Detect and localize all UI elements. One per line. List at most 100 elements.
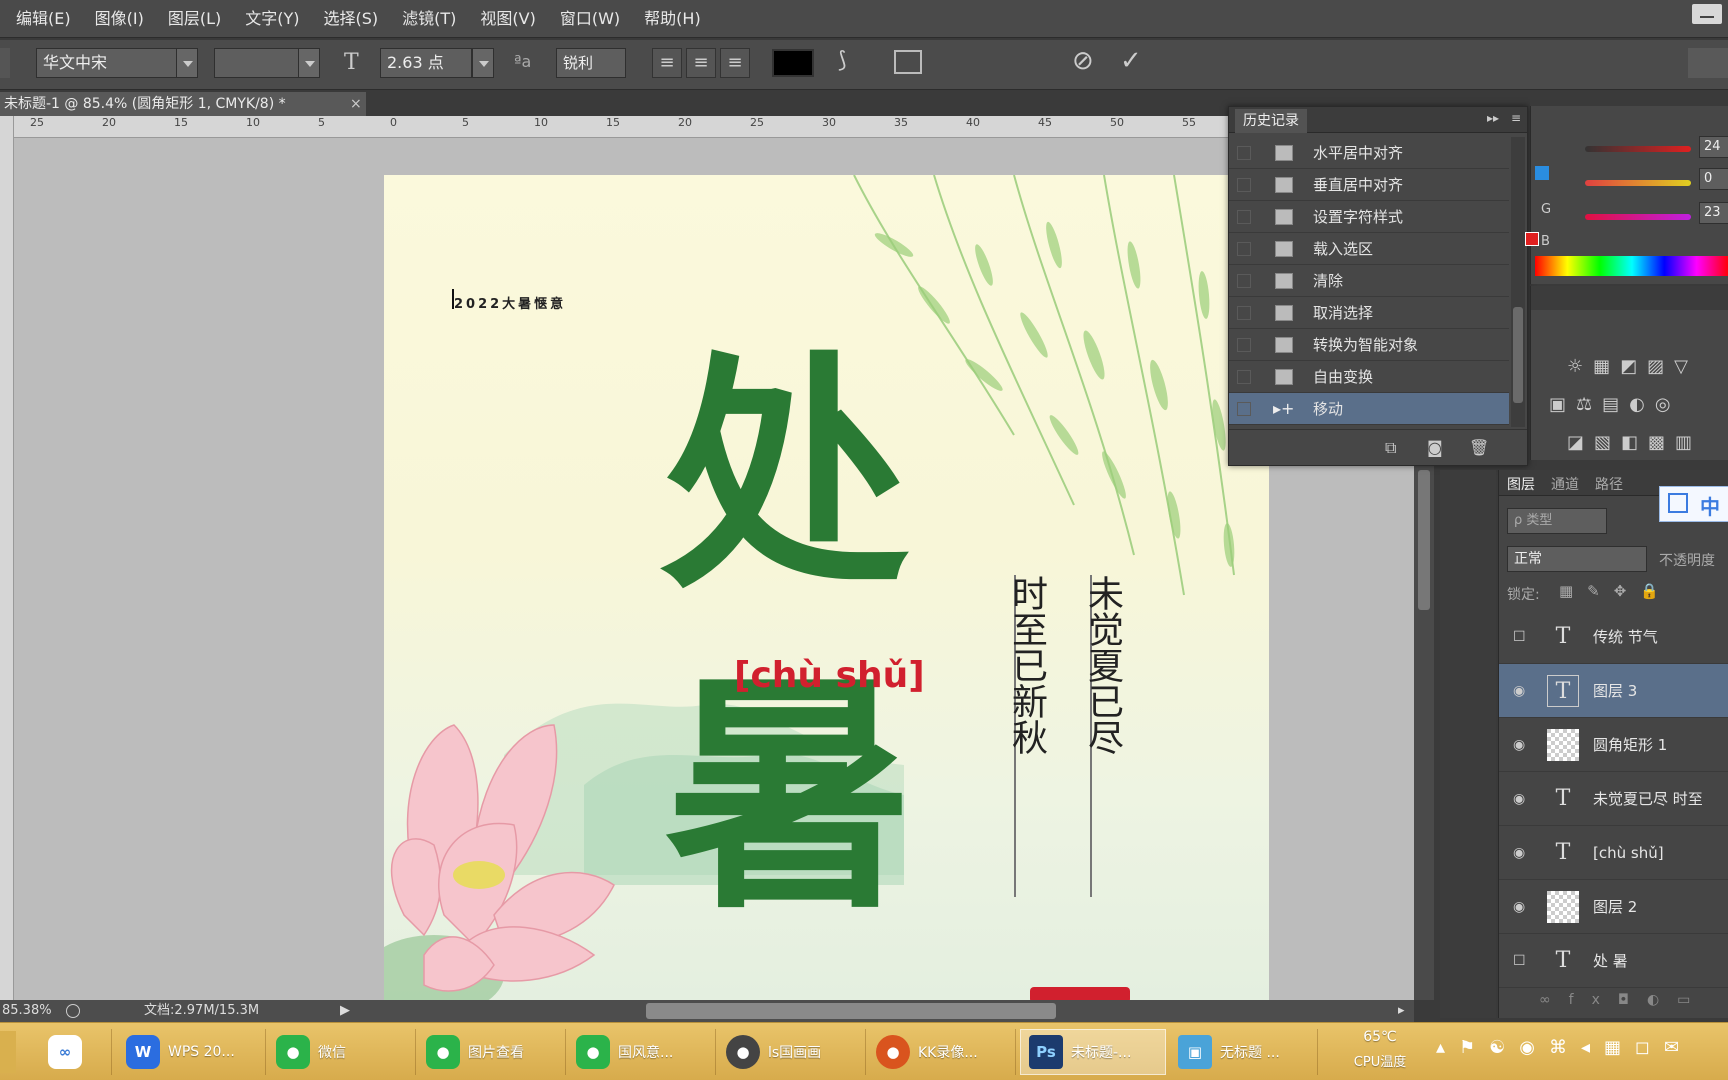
ime-toolbar[interactable]: 中	[1659, 486, 1728, 522]
font-style-dropdown[interactable]	[298, 48, 320, 78]
eye-icon[interactable]: ◉	[1513, 899, 1529, 915]
font-style-field[interactable]	[214, 48, 306, 78]
menu-layer[interactable]: 图层(L)	[156, 0, 233, 38]
vertical-scroll-thumb[interactable]	[1418, 470, 1430, 610]
blend-mode-select[interactable]: 正常	[1507, 546, 1647, 572]
history-item[interactable]: 清除	[1229, 265, 1509, 297]
scroll-right-icon[interactable]: ▸	[1398, 1000, 1405, 1022]
align-center-icon[interactable]: ≡	[686, 48, 716, 78]
taskbar-app-photoshop[interactable]: Ps 未标题-...	[1020, 1029, 1166, 1075]
layer-name[interactable]: [chù shǔ]	[1593, 826, 1664, 880]
lock-icons[interactable]: ▦✎✥🔒	[1559, 582, 1673, 600]
font-size-field[interactable]: 2.63 点	[380, 48, 472, 78]
document-tab[interactable]: 未标题-1 @ 85.4% (圆角矩形 1, CMYK/8) *	[0, 92, 366, 116]
horizontal-scroll-thumb[interactable]	[646, 1003, 1056, 1019]
collapse-icon[interactable]: ▸▸	[1487, 111, 1499, 125]
layer-name[interactable]: 圆角矩形 1	[1593, 718, 1667, 772]
commit-icon[interactable]: ✓	[1120, 46, 1142, 76]
taskbar-app-wps[interactable]: W WPS 20...	[118, 1029, 266, 1075]
history-item[interactable]: 水平居中对齐	[1229, 137, 1509, 169]
zoom-level[interactable]: 85.38%	[2, 1000, 52, 1022]
taskbar-app-chat[interactable]: ● 国风意...	[568, 1029, 716, 1075]
minimize-button[interactable]	[1692, 4, 1722, 24]
panel-menu-icon[interactable]: ≡	[1511, 111, 1521, 125]
menu-filter[interactable]: 滤镜(T)	[390, 0, 468, 38]
layer-name[interactable]: 传统 节气	[1593, 610, 1658, 664]
layer-name[interactable]: 图层 2	[1593, 880, 1637, 934]
layer-row[interactable]: ◉ 图层 2	[1499, 880, 1728, 934]
history-item[interactable]: 载入选区	[1229, 233, 1509, 265]
g-slider[interactable]	[1585, 180, 1691, 186]
taskbar-app-painting[interactable]: ● ls国画画	[718, 1029, 866, 1075]
b-slider[interactable]	[1585, 214, 1691, 220]
menu-window[interactable]: 窗口(W)	[548, 0, 632, 38]
layer-filter-kind[interactable]: ρ 类型	[1507, 508, 1607, 534]
poem-right-column[interactable]: 未觉夏已尽	[1082, 575, 1134, 755]
menu-image[interactable]: 图像(I)	[83, 0, 156, 38]
layer-name[interactable]: 图层 3	[1593, 664, 1637, 718]
history-item[interactable]: 取消选择	[1229, 297, 1509, 329]
status-menu-icon[interactable]: ▶	[340, 1000, 350, 1022]
adjustment-icons-row-1[interactable]: ☼▦◩▨▽	[1567, 356, 1698, 377]
history-item[interactable]: 转换为智能对象	[1229, 329, 1509, 361]
menu-view[interactable]: 视图(V)	[468, 0, 547, 38]
menu-edit[interactable]: 编辑(E)	[4, 0, 83, 38]
snapshot-checkbox[interactable]	[1237, 210, 1251, 224]
history-item[interactable]: 垂直居中对齐	[1229, 169, 1509, 201]
tab-layers[interactable]: 图层	[1507, 474, 1535, 494]
adjustment-icons-row-3[interactable]: ◪▧◧▩▥	[1567, 432, 1702, 453]
layer-row[interactable]: ◉ T [chù shǔ]	[1499, 826, 1728, 880]
new-document-from-state-icon[interactable]: ⧉	[1385, 438, 1396, 458]
tab-history[interactable]: 历史记录	[1235, 109, 1307, 133]
layer-row-selected[interactable]: ◉ T 图层 3	[1499, 664, 1728, 718]
tab-paths[interactable]: 路径	[1595, 474, 1623, 494]
color-spectrum[interactable]	[1535, 256, 1728, 276]
character-panel-icon[interactable]	[894, 50, 922, 74]
adjustment-icons-row-2[interactable]: ▣⚖▤◐◎	[1549, 394, 1681, 415]
tab-channels[interactable]: 通道	[1551, 474, 1579, 494]
cancel-icon[interactable]: ⊘	[1072, 46, 1094, 76]
trash-icon[interactable]: 🗑	[1469, 438, 1489, 457]
background-swatch[interactable]	[1525, 232, 1539, 246]
title-character-top[interactable]: 处	[660, 325, 910, 625]
text-color-swatch[interactable]	[772, 49, 814, 77]
visibility-toggle-off[interactable]: ☐	[1513, 629, 1529, 645]
snapshot-checkbox[interactable]	[1237, 402, 1251, 416]
eye-icon[interactable]: ◉	[1513, 845, 1529, 861]
menu-help[interactable]: 帮助(H)	[632, 0, 713, 38]
eye-icon[interactable]: ◉	[1513, 737, 1529, 753]
small-caption[interactable]: 2022大暑惬意	[454, 293, 566, 312]
snapshot-checkbox[interactable]	[1237, 178, 1251, 192]
align-left-icon[interactable]: ≡	[652, 48, 682, 78]
foreground-swatch[interactable]	[1535, 166, 1549, 180]
pinyin-label[interactable]: [chù shǔ]	[734, 655, 925, 696]
snapshot-checkbox[interactable]	[1237, 146, 1251, 160]
snapshot-checkbox[interactable]	[1237, 274, 1251, 288]
eye-icon[interactable]: ◉	[1513, 791, 1529, 807]
r-slider[interactable]	[1585, 146, 1691, 152]
layer-name[interactable]: 未觉夏已尽 时至	[1593, 772, 1703, 826]
history-scroll-thumb[interactable]	[1513, 307, 1523, 403]
warp-text-icon[interactable]: ⟆	[838, 48, 847, 73]
snapshot-checkbox[interactable]	[1237, 306, 1251, 320]
history-item[interactable]: 自由变换	[1229, 361, 1509, 393]
poem-left-column[interactable]: 时至已新秋	[1006, 575, 1058, 755]
taskbar-app-baidu[interactable]: ∞	[40, 1029, 112, 1075]
align-right-icon[interactable]: ≡	[720, 48, 750, 78]
taskbar-app-untitled[interactable]: ▣ 无标题 ...	[1170, 1029, 1318, 1075]
layer-row[interactable]: ◉ 圆角矩形 1	[1499, 718, 1728, 772]
font-size-dropdown[interactable]	[472, 48, 494, 78]
close-tab-icon[interactable]: ×	[350, 92, 364, 116]
layer-row[interactable]: ☐ T 处 暑	[1499, 934, 1728, 988]
layer-name[interactable]: 处 暑	[1593, 934, 1628, 988]
g-value-field[interactable]: 0	[1699, 168, 1728, 190]
snapshot-checkbox[interactable]	[1237, 338, 1251, 352]
camera-icon[interactable]: ◙	[1427, 438, 1443, 457]
snapshot-checkbox[interactable]	[1237, 242, 1251, 256]
antialias-field[interactable]: 锐利	[556, 48, 626, 78]
tool-preset-picker[interactable]	[0, 48, 10, 78]
eye-icon[interactable]: ◉	[1513, 683, 1529, 699]
system-tray-icons[interactable]: ▴⚑☯◉⌘◂▦◻✉	[1436, 1037, 1693, 1058]
canvas[interactable]: 2022大暑惬意 处 暑 [chù shǔ] 时至已新秋 未觉夏已尽	[384, 175, 1269, 1000]
history-item-selected[interactable]: ▸+ 移动	[1229, 393, 1509, 425]
